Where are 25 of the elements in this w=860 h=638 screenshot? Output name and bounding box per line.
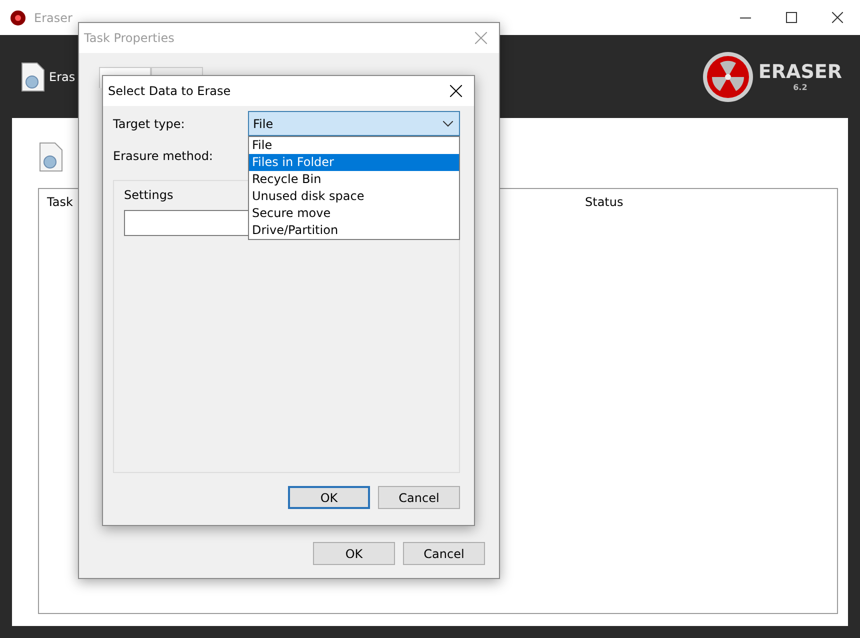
app-icon (10, 10, 26, 26)
dialog-title: Task Properties (84, 31, 174, 45)
version-label: 6.2 (793, 83, 808, 92)
target-type-dropdown[interactable]: File (248, 111, 460, 136)
ok-button[interactable]: OK (313, 542, 395, 565)
column-header[interactable]: Status (577, 189, 837, 215)
cancel-button[interactable]: Cancel (378, 486, 460, 509)
dropdown-option[interactable]: Files in Folder (249, 154, 459, 171)
logo-icon (702, 50, 754, 102)
group-label: Settings (124, 188, 174, 202)
erase-button[interactable]: Eras (12, 62, 76, 92)
field-label: Erasure method: (113, 148, 214, 162)
close-icon (450, 85, 462, 97)
window-title: Eraser (34, 10, 72, 24)
close-icon (475, 32, 487, 44)
close-icon (832, 12, 842, 23)
document-icon (20, 62, 46, 92)
maximize-icon (786, 12, 796, 23)
logo-name: ERASER (758, 61, 842, 83)
ok-button[interactable]: OK (288, 486, 370, 509)
cancel-button[interactable]: Cancel (403, 542, 485, 565)
field-label: Target type: (113, 116, 186, 130)
dialog-title: Select Data to Erase (108, 84, 231, 98)
chevron-down-icon (443, 120, 453, 126)
task-icon (38, 142, 64, 172)
